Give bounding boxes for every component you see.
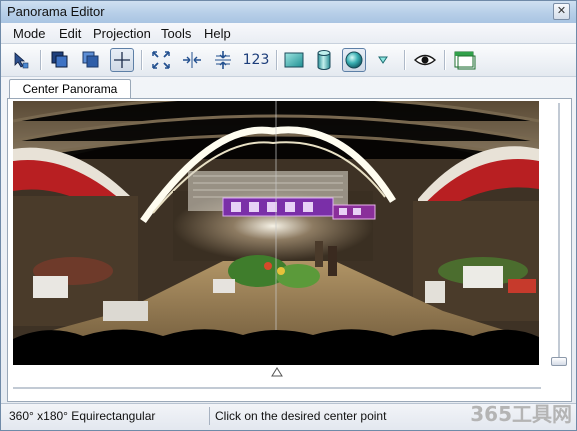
- dropdown-triangle-icon[interactable]: [375, 48, 391, 72]
- menu-edit[interactable]: Edit: [59, 26, 81, 41]
- window-icon[interactable]: [453, 48, 477, 72]
- menu-mode[interactable]: Mode: [13, 26, 46, 41]
- crosshair-icon[interactable]: [110, 48, 134, 72]
- status-divider: [209, 407, 210, 425]
- layers-blue-icon[interactable]: [79, 48, 103, 72]
- status-projection: 360° x180° Equirectangular: [9, 409, 156, 423]
- select-arrow-icon[interactable]: [9, 48, 33, 72]
- fit-icon[interactable]: [149, 48, 173, 72]
- menu-tools[interactable]: Tools: [161, 26, 191, 41]
- panorama-canvas[interactable]: [13, 101, 539, 365]
- layers-icon[interactable]: [48, 48, 72, 72]
- vertical-slider-track: [558, 103, 560, 365]
- window-title: Panorama Editor: [7, 4, 105, 19]
- toolbar: 123: [1, 44, 576, 77]
- status-hint: Click on the desired center point: [215, 409, 387, 423]
- panorama-editor-window: Panorama Editor ✕ Mode Edit Projection T…: [0, 0, 577, 431]
- vertical-slider-thumb[interactable]: [551, 357, 567, 366]
- rectilinear-icon[interactable]: [282, 48, 306, 72]
- close-button[interactable]: ✕: [553, 3, 570, 20]
- align-vertical-icon[interactable]: [211, 48, 235, 72]
- tab-center-panorama[interactable]: Center Panorama: [9, 79, 131, 99]
- horizontal-slider-thumb[interactable]: [271, 367, 283, 377]
- toolbar-separator: [276, 50, 278, 70]
- number-label-icon[interactable]: 123: [241, 48, 271, 72]
- sphere-icon[interactable]: [342, 48, 366, 72]
- toolbar-separator: [404, 50, 406, 70]
- menu-projection[interactable]: Projection: [93, 26, 151, 41]
- eye-icon[interactable]: [413, 48, 437, 72]
- toolbar-separator: [444, 50, 446, 70]
- menu-bar: Mode Edit Projection Tools Help: [1, 23, 576, 44]
- toolbar-separator: [141, 50, 143, 70]
- cylinder-icon[interactable]: [312, 48, 336, 72]
- number-label-text: 123: [242, 52, 270, 68]
- watermark: 365工具网: [470, 402, 572, 426]
- horizontal-slider[interactable]: [13, 367, 541, 393]
- horizontal-slider-track: [13, 387, 541, 389]
- vertical-slider[interactable]: [551, 103, 567, 371]
- align-horizontal-icon[interactable]: [180, 48, 204, 72]
- toolbar-separator: [40, 50, 42, 70]
- title-bar[interactable]: Panorama Editor ✕: [1, 1, 576, 24]
- menu-help[interactable]: Help: [204, 26, 231, 41]
